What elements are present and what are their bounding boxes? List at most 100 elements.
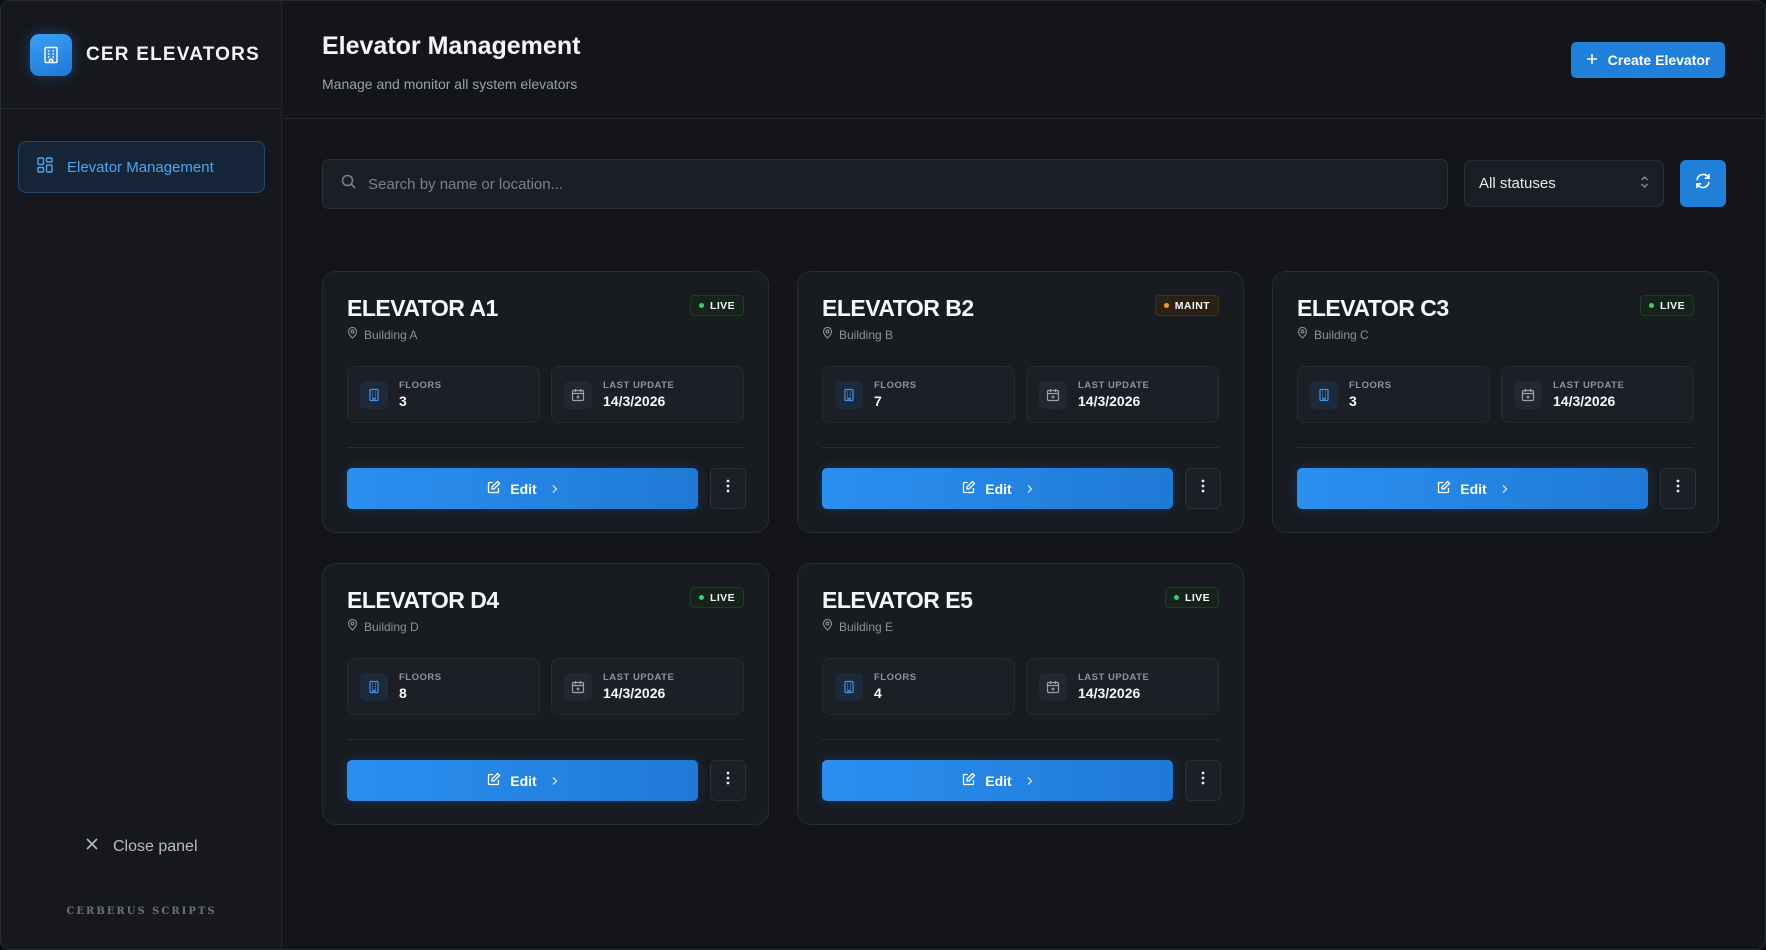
card-divider [822, 447, 1219, 448]
floors-stat: FLOORS 8 [347, 658, 540, 715]
more-options-button[interactable] [1185, 468, 1221, 509]
floors-stat: FLOORS 3 [1297, 366, 1490, 423]
floors-label: FLOORS [874, 380, 917, 391]
edit-label: Edit [510, 480, 537, 497]
floors-label: FLOORS [1349, 380, 1392, 391]
card-divider [347, 447, 744, 448]
footer-brand: CERBERUS SCRIPTS [66, 906, 217, 917]
last-update-value: 14/3/2026 [1553, 393, 1616, 409]
floors-stat: FLOORS 4 [822, 658, 1015, 715]
more-options-button[interactable] [1185, 760, 1221, 801]
edit-button[interactable]: Edit [822, 468, 1173, 509]
floors-label: FLOORS [399, 380, 442, 391]
floors-value: 8 [399, 685, 407, 701]
more-vertical-icon [1201, 771, 1205, 790]
status-dot [699, 303, 705, 308]
edit-icon [487, 480, 501, 497]
card-divider [1297, 447, 1694, 448]
more-options-button[interactable] [1660, 468, 1696, 509]
search-bar [322, 159, 1448, 209]
edit-label: Edit [985, 772, 1012, 789]
last-update-value: 14/3/2026 [603, 685, 666, 701]
more-vertical-icon [1201, 479, 1205, 498]
chevron-right-icon [551, 481, 558, 497]
last-update-value: 14/3/2026 [603, 393, 666, 409]
edit-button[interactable]: Edit [822, 760, 1173, 801]
building-icon [835, 380, 863, 409]
more-vertical-icon [726, 771, 730, 790]
grid-icon [37, 156, 53, 178]
close-panel-button[interactable]: Close panel [85, 837, 198, 856]
status-badge: LIVE [1640, 295, 1694, 316]
card-divider [822, 739, 1219, 740]
floors-stat: FLOORS 7 [822, 366, 1015, 423]
status-text: MAINT [1174, 299, 1210, 312]
edit-label: Edit [1460, 480, 1487, 497]
elevator-name: ELEVATOR C3 [1297, 295, 1449, 321]
map-pin-icon [347, 618, 358, 634]
chevron-right-icon [1026, 481, 1033, 497]
edit-button[interactable]: Edit [347, 468, 698, 509]
status-dot [1649, 303, 1655, 308]
main-content: Elevator Management Manage and monitor a… [283, 1, 1765, 949]
location-text: Building B [839, 327, 894, 342]
status-select[interactable]: All statuses [1464, 160, 1664, 207]
elevator-location: Building D [347, 618, 419, 634]
refresh-icon [1694, 172, 1712, 195]
edit-button[interactable]: Edit [347, 760, 698, 801]
building-logo-icon [30, 33, 72, 76]
last-update-stat: LAST UPDATE 14/3/2026 [1026, 658, 1219, 715]
more-vertical-icon [726, 479, 730, 498]
last-update-value: 14/3/2026 [1078, 393, 1141, 409]
chevron-right-icon [1026, 773, 1033, 789]
location-text: Building C [1314, 327, 1369, 342]
edit-button[interactable]: Edit [1297, 468, 1648, 509]
location-text: Building E [839, 619, 894, 634]
building-icon [835, 672, 863, 701]
create-elevator-button[interactable]: Create Elevator [1571, 42, 1725, 78]
edit-label: Edit [510, 772, 537, 789]
floors-value: 4 [874, 685, 882, 701]
elevator-card: ELEVATOR C3 Building C LIVE FLOORS 3 LAS… [1272, 271, 1719, 533]
more-vertical-icon [1676, 479, 1680, 498]
search-input[interactable] [368, 160, 1447, 208]
last-update-stat: LAST UPDATE 14/3/2026 [551, 366, 744, 423]
status-select-value: All statuses [1479, 175, 1556, 192]
close-panel-label: Close panel [113, 837, 198, 855]
edit-icon [962, 480, 976, 497]
status-dot [1163, 303, 1169, 308]
status-badge: MAINT [1154, 295, 1219, 316]
building-icon [360, 672, 388, 701]
status-text: LIVE [1185, 591, 1210, 604]
sidebar-item-elevator-management[interactable]: Elevator Management [18, 141, 265, 193]
card-divider [347, 739, 744, 740]
edit-icon [962, 772, 976, 789]
elevator-card: ELEVATOR A1 Building A LIVE FLOORS 3 LAS… [322, 271, 769, 533]
refresh-button[interactable] [1680, 160, 1726, 207]
elevator-name: ELEVATOR A1 [347, 295, 498, 321]
more-options-button[interactable] [710, 468, 746, 509]
calendar-icon [1039, 672, 1067, 701]
chevron-right-icon [551, 773, 558, 789]
map-pin-icon [1297, 326, 1308, 342]
search-icon [341, 174, 356, 194]
last-update-stat: LAST UPDATE 14/3/2026 [551, 658, 744, 715]
floors-value: 3 [399, 393, 407, 409]
last-update-label: LAST UPDATE [603, 672, 675, 683]
calendar-icon [1514, 380, 1542, 409]
building-icon [1310, 380, 1338, 409]
elevator-location: Building A [347, 326, 417, 342]
elevator-location: Building B [822, 326, 894, 342]
sidebar-item-label: Elevator Management [67, 158, 214, 176]
more-options-button[interactable] [710, 760, 746, 801]
last-update-label: LAST UPDATE [603, 380, 675, 391]
building-icon [360, 380, 388, 409]
status-badge: LIVE [690, 295, 744, 316]
calendar-icon [1039, 380, 1067, 409]
chevron-right-icon [1501, 481, 1508, 497]
close-icon [85, 837, 99, 856]
map-pin-icon [347, 326, 358, 342]
create-elevator-label: Create Elevator [1607, 52, 1711, 68]
location-text: Building D [364, 619, 419, 634]
brand-name: CER ELEVATORS [86, 43, 260, 65]
